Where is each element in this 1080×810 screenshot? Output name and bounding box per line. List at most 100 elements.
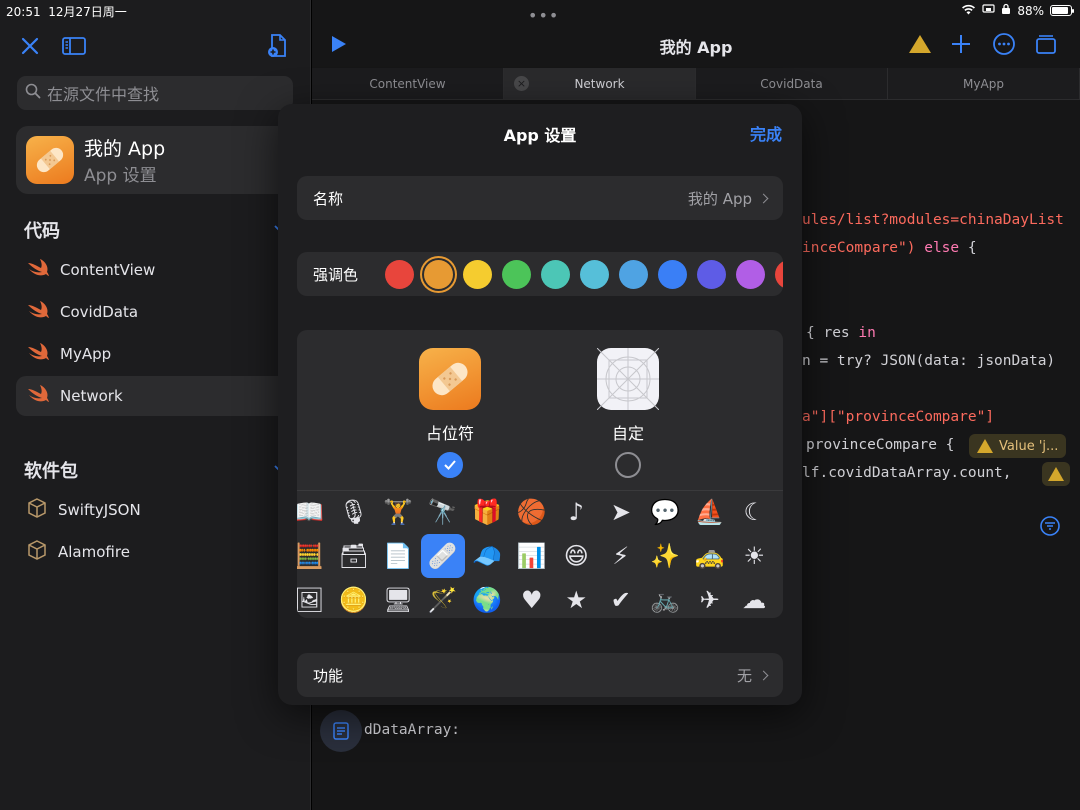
status-right: 88%	[961, 3, 1074, 18]
swift-icon	[26, 300, 50, 324]
glyph-option-icon[interactable]: ☀	[732, 534, 777, 578]
glyph-option-icon[interactable]: ☾	[732, 490, 777, 534]
glyph-option-icon[interactable]: ✨	[643, 534, 688, 578]
sidebar-item-swiftyjson[interactable]: SwiftyJSON	[16, 490, 311, 530]
glyph-option-icon[interactable]: 🏀	[510, 490, 555, 534]
done-button[interactable]: 完成	[750, 121, 782, 145]
warning-badge[interactable]	[1042, 462, 1070, 486]
placeholder-radio[interactable]	[437, 452, 463, 478]
glyph-option-icon[interactable]: ⚡	[599, 534, 644, 578]
glyph-option-icon[interactable]: 🚕	[688, 534, 733, 578]
bandage-icon	[419, 348, 481, 410]
warning-icon	[977, 439, 993, 453]
swift-icon	[26, 342, 50, 366]
code-line: ules/list?modules=chinaDayList	[802, 212, 1064, 228]
glyph-option-icon[interactable]: 🩹	[420, 534, 465, 578]
new-file-icon[interactable]	[264, 32, 292, 60]
glyph-option-icon[interactable]: ✈	[688, 578, 733, 618]
glyph-option-icon[interactable]: 📊	[510, 534, 555, 578]
glyph-option-icon[interactable]: 🏋	[376, 490, 421, 534]
accent-color-swatch[interactable]	[463, 259, 492, 289]
glyph-option-icon[interactable]: ➤	[599, 490, 644, 534]
glyph-option-icon[interactable]: 🧮	[297, 534, 332, 578]
sidebar-item-coviddata[interactable]: CovidData	[16, 292, 311, 332]
warning-icon[interactable]	[908, 33, 932, 59]
accent-color-swatch[interactable]	[697, 259, 726, 289]
glyph-option-icon[interactable]: 🧢	[465, 534, 510, 578]
icon-panel: 占位符 自定 📖 🎙 🏋 🔭 🎁 🏀 ♪ ➤ 💬 ⛵ ☾ 🧮 🗃 📄 🩹 🧢 📊 😄 ⚡ ✨ 🚕 ☀ 🖼 🪙 🖥 🪄 🌍 ♥ ★ ✔ 🚲 ✈ ☁	[297, 330, 783, 618]
sidebar-toolbar	[0, 28, 311, 64]
sidebar: 在源文件中查找 我的 App App 设置 代码 ContentView Cov…	[0, 0, 311, 810]
tab-network[interactable]: × Network	[504, 68, 696, 99]
custom-radio[interactable]	[615, 452, 641, 478]
glyph-option-icon[interactable]: ♪	[554, 490, 599, 534]
glyph-option-icon[interactable]: 😄	[554, 534, 599, 578]
glyph-option-icon[interactable]: ⛵	[688, 490, 733, 534]
sidebar-toggle-icon[interactable]	[60, 32, 88, 60]
sidebar-item-contentview[interactable]: ContentView	[16, 250, 311, 290]
accent-color-swatch[interactable]	[775, 259, 783, 289]
glyph-option-icon[interactable]: ✔	[599, 578, 644, 618]
windows-icon[interactable]	[1034, 32, 1058, 60]
warning-badge[interactable]: Value 'j...	[969, 434, 1067, 458]
status-time: 20:51 12月27日周一	[6, 5, 127, 19]
glyph-option-icon[interactable]: 📖	[297, 490, 332, 534]
search-input[interactable]: 在源文件中查找	[17, 76, 293, 110]
accent-color-swatch[interactable]	[541, 259, 570, 289]
glyph-option-icon[interactable]: 🚲	[643, 578, 688, 618]
glyph-option-icon[interactable]: 🖥	[376, 578, 421, 618]
glyph-option-icon[interactable]: 💬	[643, 490, 688, 534]
glyph-row: 🧮 🗃 📄 🩹 🧢 📊 😄 ⚡ ✨ 🚕 ☀	[297, 534, 777, 578]
search-icon	[25, 83, 41, 103]
more-icon[interactable]	[992, 32, 1016, 60]
filter-icon[interactable]	[1040, 516, 1060, 540]
app-settings-modal: App 设置 完成 名称 我的 App 强调色 占位符 自定 📖🎙🏋🔭🎁🏀♪➤�	[278, 104, 802, 705]
glyph-option-icon[interactable]: 🔭	[421, 490, 466, 534]
glyph-option-icon[interactable]: ☁	[732, 578, 777, 618]
icon-grid-template-icon	[597, 348, 659, 410]
sidebar-item-label: Network	[60, 387, 123, 405]
accent-color-swatch[interactable]	[385, 259, 414, 289]
close-icon[interactable]	[16, 32, 44, 60]
sidebar-item-network[interactable]: Network	[16, 376, 311, 416]
document-icon[interactable]	[320, 710, 362, 752]
accent-color-swatch[interactable]	[736, 259, 765, 289]
app-name: 我的 App	[84, 138, 166, 160]
accent-color-swatch[interactable]	[619, 259, 648, 289]
sidebar-item-label: MyApp	[60, 345, 112, 363]
tab-coviddata[interactable]: CovidData	[696, 68, 888, 99]
glyph-option-icon[interactable]: 🪄	[421, 578, 466, 618]
accent-color-swatch[interactable]	[502, 259, 531, 289]
code-line: n = try? JSON(data: jsonData)	[802, 353, 1056, 369]
glyph-row: 🖼 🪙 🖥 🪄 🌍 ♥ ★ ✔ 🚲 ✈ ☁	[297, 578, 777, 618]
accent-color-swatch[interactable]	[580, 259, 609, 289]
glyph-option-icon[interactable]: ★	[554, 578, 599, 618]
glyph-option-icon[interactable]: 🎙	[332, 490, 377, 534]
glyph-option-icon[interactable]: 🌍	[465, 578, 510, 618]
glyph-option-icon[interactable]: 🖼	[297, 578, 332, 618]
swift-icon	[26, 258, 50, 282]
glyph-option-icon[interactable]: 🎁	[465, 490, 510, 534]
sidebar-item-label: ContentView	[60, 261, 156, 279]
glyph-option-icon[interactable]: 🪙	[332, 578, 377, 618]
chevron-right-icon	[758, 670, 769, 680]
feature-row[interactable]: 功能 无	[297, 653, 783, 697]
custom-icon-choice[interactable]: 自定	[568, 348, 688, 478]
tab-contentview[interactable]: ContentView	[312, 68, 504, 99]
close-tab-icon[interactable]: ×	[514, 76, 529, 91]
accent-color-swatch[interactable]	[424, 259, 453, 289]
accent-color-swatch[interactable]	[658, 259, 687, 289]
swift-icon	[26, 384, 50, 408]
sidebar-item-myapp[interactable]: MyApp	[16, 334, 311, 374]
glyph-option-icon[interactable]: ♥	[510, 578, 555, 618]
glyph-option-icon[interactable]: 🗃	[332, 534, 377, 578]
app-settings-card[interactable]: 我的 App App 设置	[16, 126, 311, 194]
tab-myapp[interactable]: MyApp	[888, 68, 1080, 99]
name-row[interactable]: 名称 我的 App	[297, 176, 783, 220]
add-icon[interactable]	[950, 33, 972, 59]
custom-label: 自定	[611, 424, 644, 443]
editor-tabs: ContentView × Network CovidData MyApp	[312, 68, 1080, 100]
sidebar-item-alamofire[interactable]: Alamofire	[16, 532, 311, 572]
glyph-option-icon[interactable]: 📄	[376, 534, 421, 578]
placeholder-icon-choice[interactable]: 占位符	[390, 348, 510, 478]
